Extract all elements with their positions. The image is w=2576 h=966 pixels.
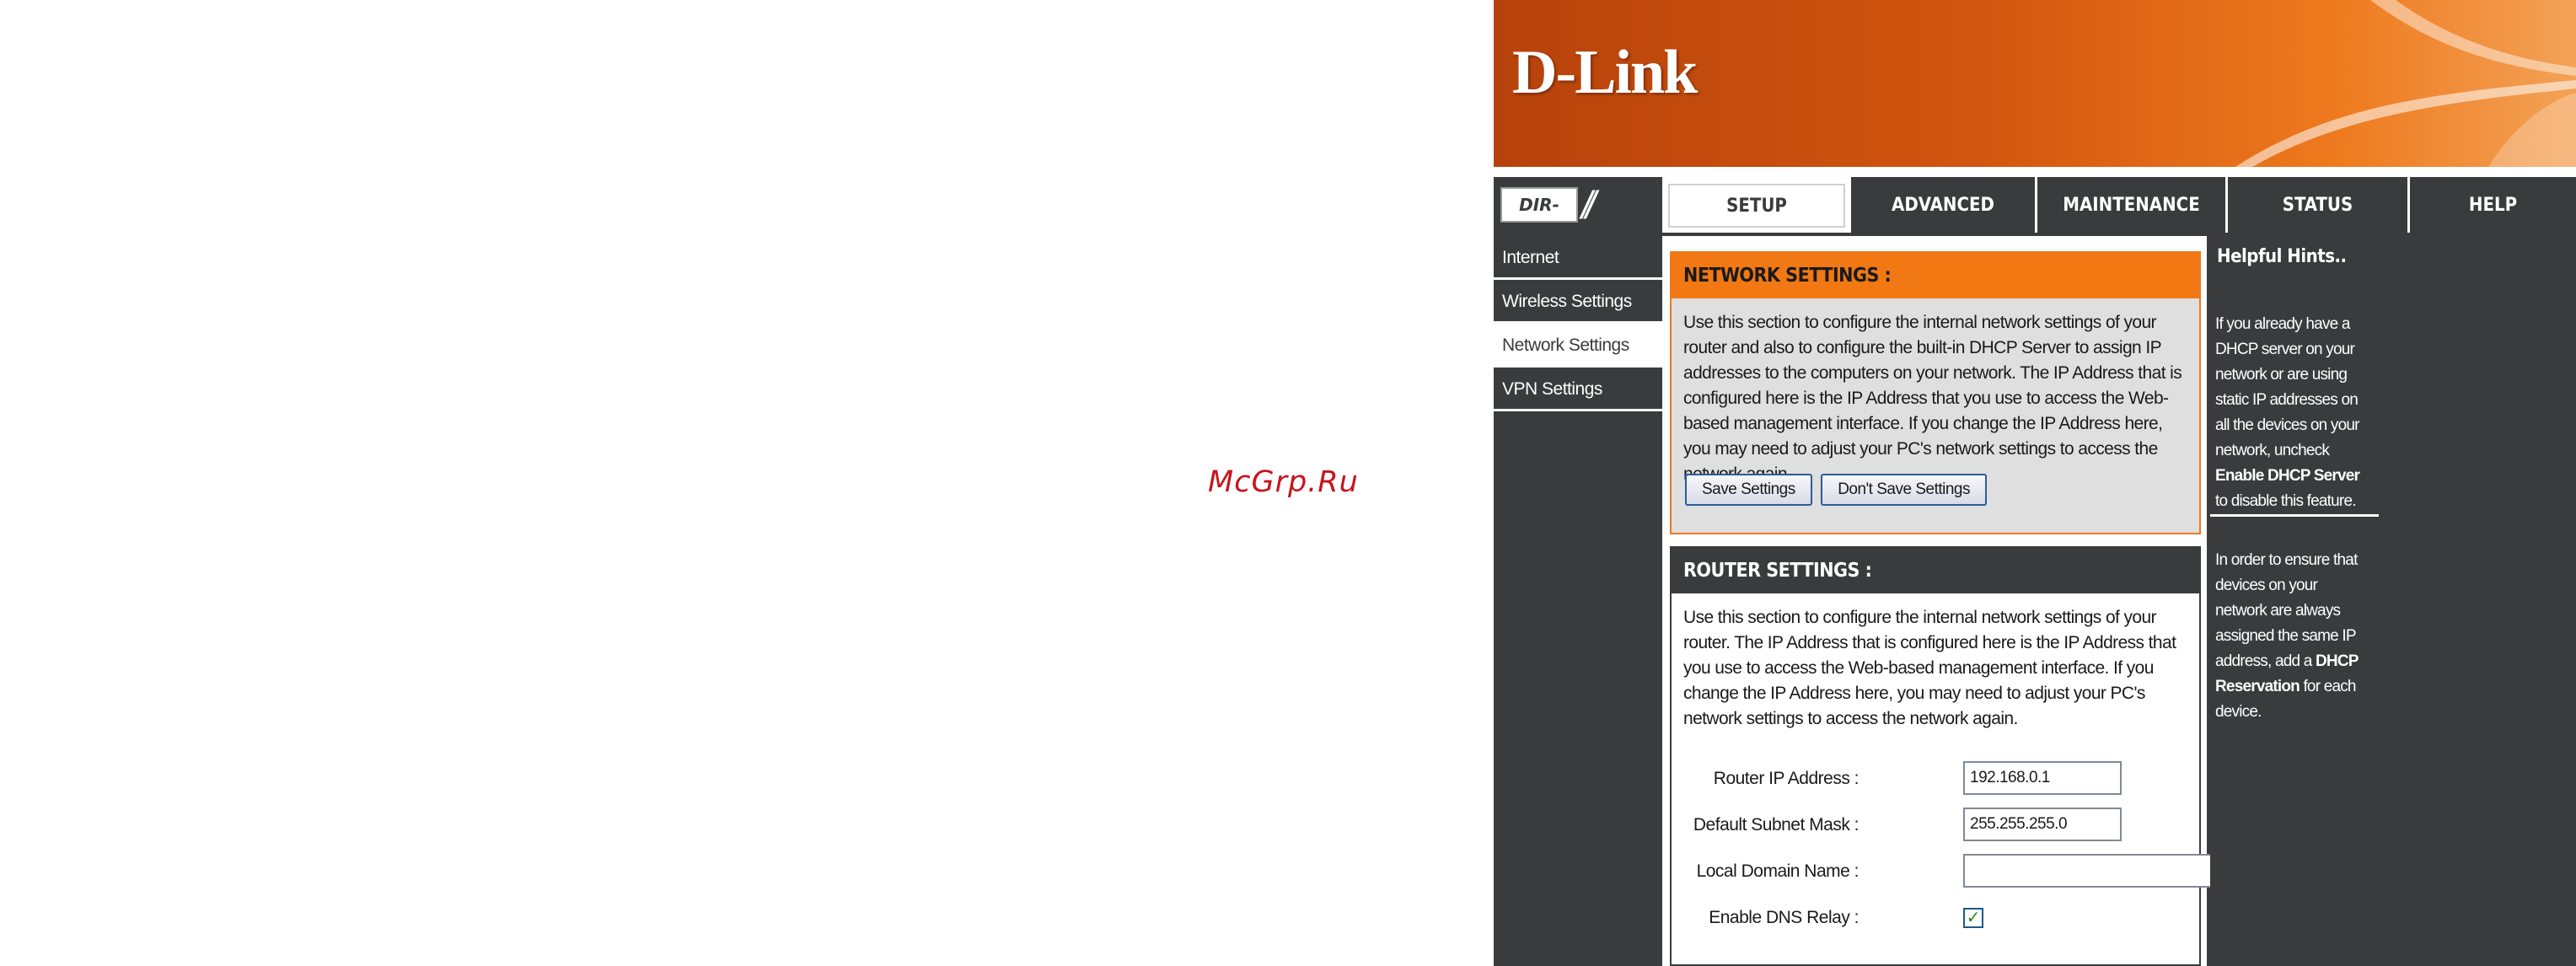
subnet-mask-row: Default Subnet Mask : 255.255.255.0 [1672,807,2199,844]
slash-decoration-icon: // [1581,183,1596,227]
model-badge: DIR-330 [1500,187,1578,247]
domain-name-label: Local Domain Name : [1696,861,1860,881]
network-settings-description: Use this section to configure the intern… [1683,313,2182,484]
router-settings-title: ROUTER SETTINGS : [1672,548,2199,593]
save-settings-button[interactable]: Save Settings [1685,474,1812,506]
subnet-mask-input[interactable]: 255.255.255.0 [1963,808,2122,841]
settings-buttons: Save Settings Don't Save Settings [1685,474,1992,506]
sidebar-item-network-settings[interactable]: Network Settings [1494,324,1662,368]
router-ip-row: Router IP Address : 192.168.0.1 [1672,760,2199,797]
main-content: NETWORK SETTINGS : Use this section to c… [1662,236,2251,966]
dont-save-settings-button[interactable]: Don't Save Settings [1821,474,1987,506]
tab-advanced[interactable]: ADVANCED [1849,177,2035,233]
hints-divider [2210,514,2379,517]
router-settings-description: Use this section to configure the intern… [1683,608,2176,728]
domain-name-row: Local Domain Name : [1672,853,2251,890]
sidebar: Internet Wireless Settings Network Setti… [1494,236,1662,411]
model-badge-cell: DIR-330 // [1494,177,1662,247]
watermark: McGrp.Ru [1208,465,1359,499]
tab-setup[interactable]: SETUP [1662,177,1849,233]
tab-status[interactable]: STATUS [2225,177,2407,233]
sidebar-item-internet[interactable]: Internet [1494,236,1662,280]
hint-dhcp-reservation: In order to ensure that devices on your … [2215,551,2359,721]
header-banner: D-Link [1494,0,2576,167]
dlink-logo: D-Link [1512,38,1698,107]
sidebar-item-vpn-settings[interactable]: VPN Settings [1494,368,1662,411]
dns-relay-checkbox[interactable]: ✓ [1963,908,1983,928]
helpful-hints-panel: Helpful Hints.. If you already have a DH… [2210,236,2576,966]
network-settings-title: NETWORK SETTINGS : [1672,253,2199,298]
router-admin-window: D-Link DIR-330 // SETUP ADVANCED MAINTEN… [1494,0,2576,966]
tab-help[interactable]: HELP [2407,177,2576,233]
router-settings-panel: ROUTER SETTINGS : Use this section to co… [1670,546,2251,966]
domain-name-input[interactable] [1963,854,2251,888]
network-settings-panel: NETWORK SETTINGS : Use this section to c… [1670,251,2201,534]
hint-dhcp-server: If you already have a DHCP server on you… [2215,315,2360,510]
tab-maintenance[interactable]: MAINTENANCE [2035,177,2225,233]
subnet-mask-label: Default Subnet Mask : [1693,815,1860,835]
router-ip-label: Router IP Address : [1713,769,1860,788]
top-nav: SETUP ADVANCED MAINTENANCE STATUS HELP [1662,177,2576,233]
sidebar-item-wireless-settings[interactable]: Wireless Settings [1494,280,1662,324]
dns-relay-row: Enable DNS Relay : ✓ [1672,899,2199,936]
router-ip-input[interactable]: 192.168.0.1 [1963,761,2122,795]
dns-relay-label: Enable DNS Relay : [1709,908,1859,927]
helpful-hints-title: Helpful Hints.. [2217,246,2347,267]
checkmark-icon: ✓ [1966,909,1981,927]
banner-divider [1494,167,2576,177]
